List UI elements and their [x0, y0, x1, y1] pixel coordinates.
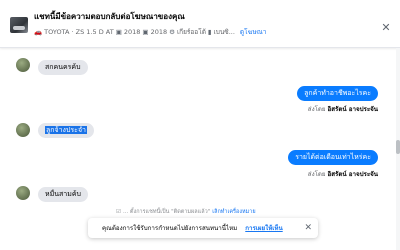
car-small-icon: 🚗 — [34, 28, 43, 36]
close-icon[interactable]: ✕ — [380, 22, 392, 34]
outgoing-message: รายได้ต่อเดือนเท่าไหร่คะ — [288, 150, 378, 165]
sent-by-label: ส่งโดย — [307, 171, 326, 178]
chat-window: แชทนี้มีข้อความตอบกลับต่อโฆษณาของคุณ 🚗 T… — [0, 0, 400, 250]
notification-toast: คุณต้องการใช้รับการกำหนดไปยังการสนทนานี้… — [88, 218, 318, 238]
incoming-message: หมื่นสามค้บ — [38, 187, 88, 202]
close-icon[interactable]: ✕ — [304, 223, 312, 233]
outgoing-message: ลูกค้าทำอาชีพอะไรคะ — [297, 86, 378, 101]
avatar[interactable] — [16, 186, 30, 200]
vehicle-model: TOYOTA · ZS 1.5 D AT — [44, 28, 114, 36]
scrollbar-thumb[interactable] — [396, 140, 400, 154]
fuel-type: เบนซิ... — [213, 28, 235, 36]
conversation-header: แชทนี้มีข้อความตอบกลับต่อโฆษณาของคุณ 🚗 T… — [0, 0, 400, 48]
vehicle-year-2: 2018 — [150, 28, 168, 36]
system-text: ... ตั้งการแชทนี้เป็น "ติดตามผลแล้ว" — [122, 209, 211, 215]
calendar-icon: ▣ — [115, 28, 122, 36]
incoming-message: สกคนครค้บ — [38, 60, 88, 75]
car-icon[interactable] — [10, 17, 28, 33]
incoming-message-selected: ลูกจ้างประจำ — [38, 123, 94, 138]
info-icon: ☑ — [116, 209, 121, 215]
ad-details: 🚗 TOYOTA · ZS 1.5 D AT ▣ 2018 ▣ 2018 ⚙ เ… — [34, 25, 364, 39]
system-notice: ☑ ... ตั้งการแชทนี้เป็น "ติดตามผลแล้ว" เ… — [116, 207, 286, 217]
selected-text: ลูกจ้างประจำ — [45, 126, 87, 134]
toast-action-link[interactable]: การเผยให้เห็น — [245, 223, 282, 233]
avatar[interactable] — [16, 58, 30, 72]
view-ad-link[interactable]: ดูโฆษณา — [240, 27, 267, 37]
vehicle-year: 2018 — [123, 28, 141, 36]
header-title: แชทนี้มีข้อความตอบกลับต่อโฆษณาของคุณ — [34, 12, 185, 21]
gear-icon: ⚙ — [169, 28, 175, 36]
unmark-link[interactable]: เลิกทำเครื่องหมาย — [212, 208, 255, 216]
sent-by: ส่งโดย อิสรัตน์ อาจประจัน — [308, 169, 378, 179]
sent-by-label: ส่งโดย — [307, 106, 326, 113]
sent-by-name: อิสรัตน์ อาจประจัน — [327, 171, 378, 178]
avatar[interactable] — [16, 123, 30, 137]
sent-by: ส่งโดย อิสรัตน์ อาจประจัน — [308, 104, 378, 114]
transmission: เกียร์ออโต้ — [176, 28, 206, 36]
sent-by-name: อิสรัตน์ อาจประจัน — [327, 106, 378, 113]
calendar-icon-2: ▣ — [142, 28, 149, 36]
toast-message: คุณต้องการใช้รับการกำหนดไปยังการสนทนานี้… — [102, 225, 238, 232]
fuel-icon: ▮ — [207, 28, 212, 36]
